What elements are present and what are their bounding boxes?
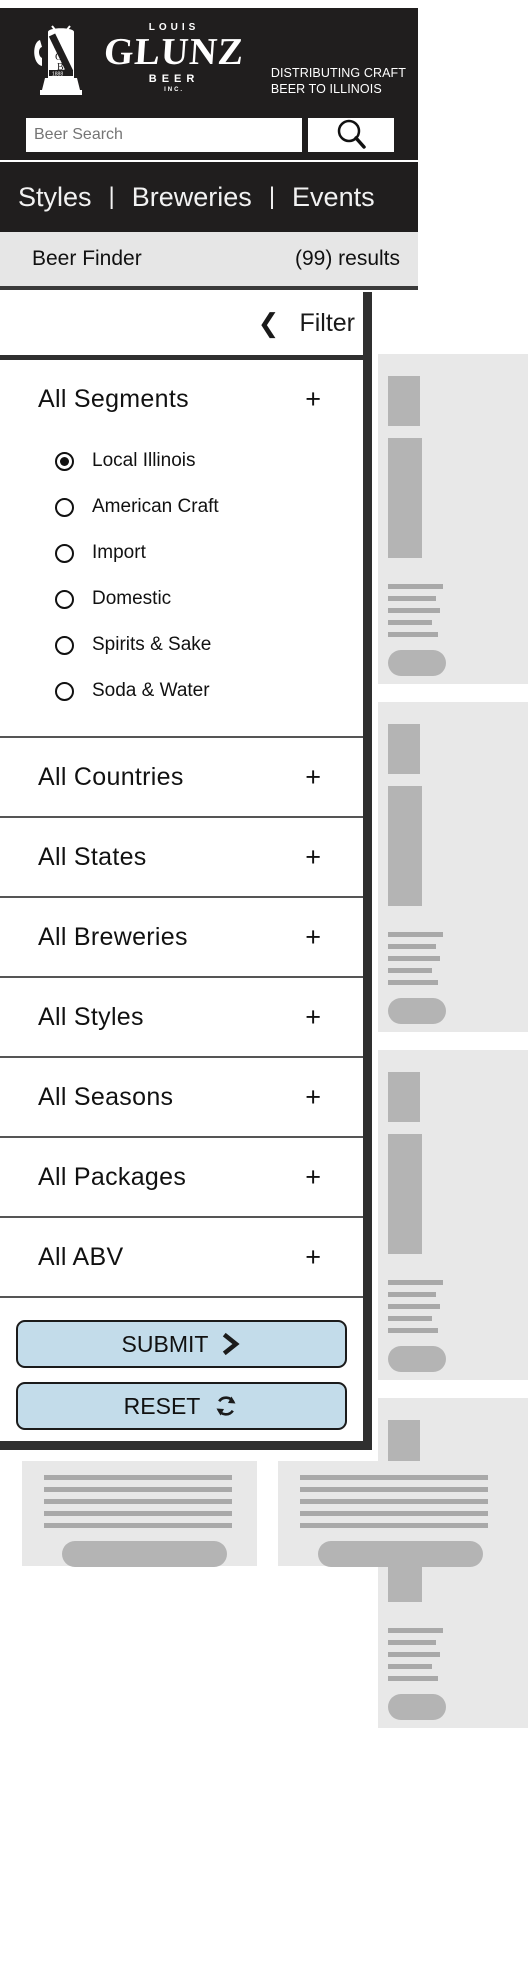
radio-label: Soda & Water [92, 680, 210, 701]
logo-inc-text: INC. [164, 86, 185, 93]
filter-panel-header: ❮ Filter [0, 292, 363, 360]
submit-button-label: SUBMIT [121, 1330, 209, 1357]
filter-section-title: All Breweries [38, 922, 188, 951]
nav-separator: | [268, 183, 276, 210]
segment-options: Local Illinois American Craft Import Dom… [0, 438, 363, 736]
radio-label: Local Illinois [92, 450, 196, 471]
filter-section-header[interactable]: All Countries + [0, 738, 363, 816]
results-count: (99) results [294, 247, 400, 270]
plus-icon[interactable]: + [305, 843, 321, 871]
page-subheader: Beer Finder (99) results [0, 232, 418, 290]
filter-section-countries: All Countries + [0, 738, 363, 818]
reset-button-label: RESET [123, 1392, 201, 1419]
plus-icon[interactable]: + [305, 923, 321, 951]
filter-section-header[interactable]: All Packages + [0, 1138, 363, 1216]
logo-glunz-text: GLUNZ [102, 31, 246, 74]
radio-icon[interactable] [55, 681, 74, 701]
logo-beer-text: BEER [148, 73, 200, 86]
radio-option-import[interactable]: Import [0, 530, 363, 576]
result-card[interactable] [378, 702, 528, 1032]
filter-section-packages: All Packages + [0, 1138, 363, 1218]
plus-icon[interactable]: + [305, 1083, 321, 1111]
plus-icon[interactable]: + [305, 1243, 321, 1271]
result-card[interactable] [378, 1050, 528, 1380]
tagline-line-2: BEER TO ILLINOIS [270, 81, 382, 96]
site-header: L G B I 1888 LOUIS GLUNZ BEER INC. DISTR… [0, 8, 418, 160]
filter-section-header[interactable]: All Segments + [0, 360, 363, 438]
radio-label: Import [92, 542, 146, 563]
radio-label: American Craft [92, 496, 219, 517]
nav-separator: | [108, 183, 115, 210]
plus-icon[interactable]: + [305, 1003, 321, 1031]
result-card[interactable] [378, 354, 528, 684]
filter-section-seasons: All Seasons + [0, 1058, 363, 1138]
plus-icon[interactable]: + [305, 1163, 321, 1191]
filter-section-header[interactable]: All Breweries + [0, 898, 363, 976]
nav-item-styles[interactable]: Styles [18, 182, 92, 213]
plus-icon[interactable]: + [305, 763, 321, 791]
chevron-left-icon[interactable]: ❮ [258, 311, 280, 337]
chevron-right-icon [221, 1332, 241, 1356]
filter-panel: ❮ Filter All Segments + Local Illinois A… [0, 292, 372, 1450]
reset-button[interactable]: RESET [16, 1382, 347, 1430]
app-root: L G B I 1888 LOUIS GLUNZ BEER INC. DISTR… [0, 0, 528, 1966]
search-input[interactable] [26, 118, 302, 152]
tagline: DISTRIBUTING CRAFT BEER TO ILLINOIS [271, 66, 406, 97]
search-icon [334, 117, 368, 154]
submit-button[interactable]: SUBMIT [16, 1320, 347, 1368]
radio-option-local-illinois[interactable]: Local Illinois [0, 438, 363, 484]
filter-section-breweries: All Breweries + [0, 898, 363, 978]
filter-section-abv: All ABV + [0, 1218, 363, 1298]
radio-label: Spirits & Sake [92, 634, 212, 655]
radio-icon[interactable] [55, 543, 74, 563]
svg-text:1888: 1888 [52, 72, 63, 78]
search-button[interactable] [308, 118, 394, 152]
filter-section-header[interactable]: All ABV + [0, 1218, 363, 1296]
filter-section-header[interactable]: All Seasons + [0, 1058, 363, 1136]
beer-stein-icon: L G B I 1888 [30, 20, 92, 96]
page-title: Beer Finder [32, 247, 142, 270]
filter-section-title: All Styles [38, 1002, 144, 1031]
radio-icon[interactable] [55, 451, 74, 471]
radio-option-domestic[interactable]: Domestic [0, 576, 363, 622]
radio-option-spirits-sake[interactable]: Spirits & Sake [0, 622, 363, 668]
filter-section-title: All States [38, 842, 147, 871]
radio-icon[interactable] [55, 589, 74, 609]
filter-section-title: All Packages [38, 1162, 187, 1191]
filter-section-header[interactable]: All Styles + [0, 978, 363, 1056]
refresh-icon [213, 1393, 239, 1419]
filter-actions: SUBMIT RESET [0, 1298, 363, 1456]
result-card[interactable] [22, 1461, 257, 1567]
nav-item-breweries[interactable]: Breweries [132, 182, 252, 213]
filter-section-segments: All Segments + Local Illinois American C… [0, 360, 363, 738]
result-card[interactable] [278, 1461, 513, 1567]
plus-icon[interactable]: + [305, 385, 321, 413]
filter-section-title: All ABV [38, 1242, 124, 1271]
filter-panel-title: Filter [299, 309, 355, 337]
svg-text:L: L [54, 39, 61, 51]
filter-section-header[interactable]: All States + [0, 818, 363, 896]
filter-section-title: All Segments [38, 384, 189, 413]
filter-section-title: All Seasons [38, 1082, 174, 1111]
radio-option-soda-water[interactable]: Soda & Water [0, 668, 363, 714]
radio-label: Domestic [92, 588, 172, 609]
main-nav: Styles | Breweries | Events [0, 162, 418, 232]
brand-logo[interactable]: L G B I 1888 LOUIS GLUNZ BEER INC. [30, 20, 246, 96]
tagline-line-1: DISTRIBUTING CRAFT [270, 66, 406, 80]
radio-icon[interactable] [55, 497, 74, 517]
filter-section-styles: All Styles + [0, 978, 363, 1058]
nav-item-events[interactable]: Events [292, 182, 375, 213]
filter-section-title: All Countries [38, 762, 184, 791]
radio-icon[interactable] [55, 635, 74, 655]
filter-section-states: All States + [0, 818, 363, 898]
search-row [26, 118, 394, 152]
radio-option-american-craft[interactable]: American Craft [0, 484, 363, 530]
